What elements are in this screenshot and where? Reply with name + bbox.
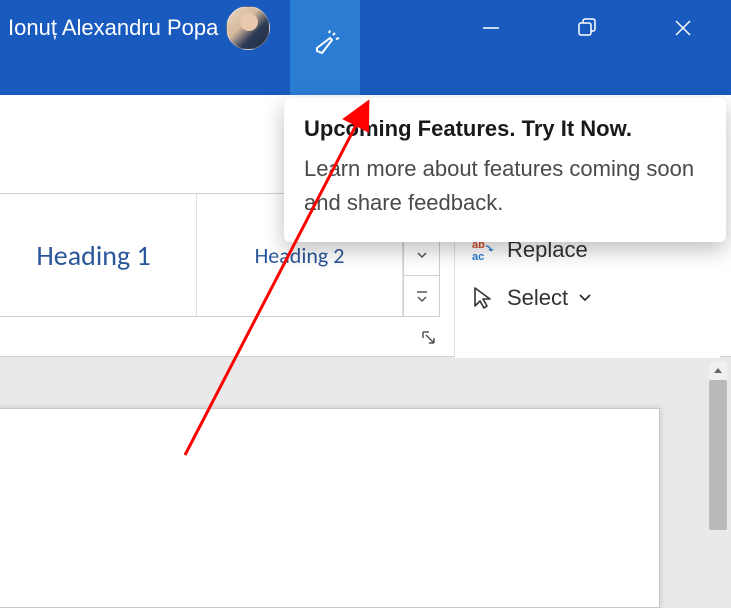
window-controls bbox=[443, 0, 731, 56]
style-heading-1[interactable]: Heading 1 bbox=[0, 194, 197, 316]
restore-button[interactable] bbox=[539, 0, 635, 56]
minimize-icon bbox=[481, 18, 501, 38]
vertical-scrollbar[interactable] bbox=[709, 362, 727, 528]
restore-icon bbox=[576, 17, 598, 39]
chevron-down-icon bbox=[416, 249, 428, 261]
triangle-up-icon bbox=[713, 366, 723, 376]
styles-dialog-launcher[interactable] bbox=[418, 327, 440, 349]
close-icon bbox=[673, 18, 693, 38]
scroll-thumb[interactable] bbox=[709, 380, 727, 530]
close-button[interactable] bbox=[635, 0, 731, 56]
upcoming-features-button[interactable] bbox=[290, 0, 360, 95]
style-heading-1-label: Heading 1 bbox=[36, 238, 150, 273]
expand-gallery-icon bbox=[415, 289, 429, 303]
tooltip-body: Learn more about features coming soon an… bbox=[304, 152, 706, 220]
scroll-up-button[interactable] bbox=[709, 362, 727, 380]
title-bar: Ionuț Alexandru Popa bbox=[0, 0, 731, 95]
minimize-button[interactable] bbox=[443, 0, 539, 56]
document-page[interactable] bbox=[0, 408, 660, 608]
style-heading-2-label: Heading 2 bbox=[255, 242, 345, 269]
chevron-down-icon bbox=[578, 291, 592, 305]
dialog-launcher-icon bbox=[420, 329, 438, 347]
account-username[interactable]: Ionuț Alexandru Popa bbox=[8, 15, 218, 41]
select-label: Select bbox=[507, 285, 568, 311]
account-avatar[interactable] bbox=[226, 6, 270, 50]
select-button[interactable]: Select bbox=[455, 274, 720, 322]
cursor-icon bbox=[469, 284, 497, 312]
document-canvas[interactable] bbox=[0, 358, 731, 530]
svg-text:ac: ac bbox=[472, 251, 484, 263]
upcoming-features-tooltip: Upcoming Features. Try It Now. Learn mor… bbox=[284, 98, 726, 242]
styles-expand[interactable] bbox=[404, 276, 439, 316]
megaphone-icon bbox=[310, 30, 340, 60]
title-bar-identity: Ionuț Alexandru Popa bbox=[0, 0, 270, 56]
tooltip-title: Upcoming Features. Try It Now. bbox=[304, 116, 706, 142]
